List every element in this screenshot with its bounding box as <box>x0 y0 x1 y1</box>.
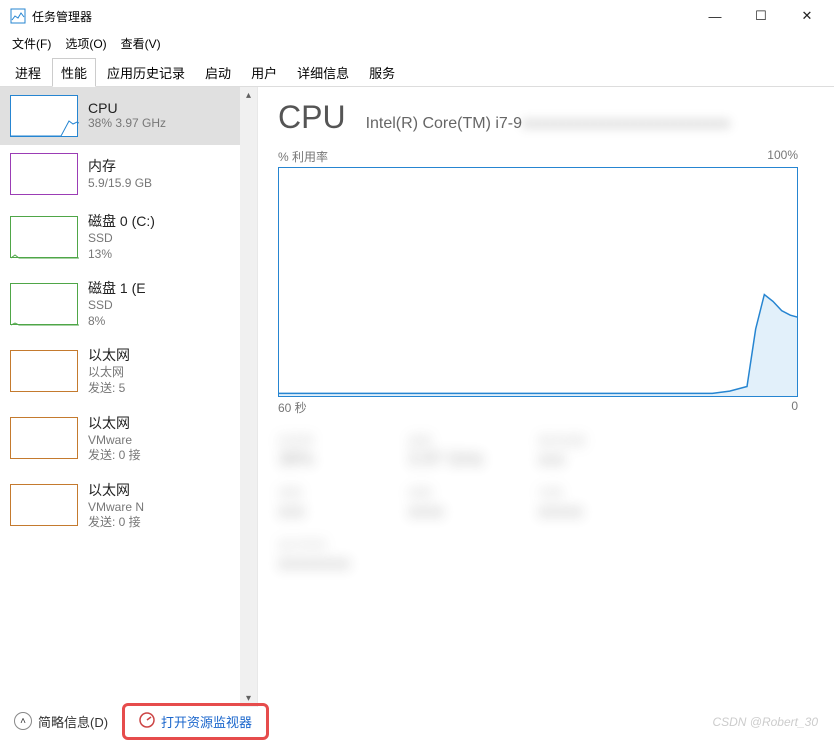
memory-thumb <box>10 153 78 195</box>
eth1-tx: 发送: 0 接 <box>88 448 247 464</box>
eth2-thumb <box>10 484 78 526</box>
sidebar-eth1[interactable]: 以太网 VMware 发送: 0 接 <box>0 405 257 472</box>
minimize-button[interactable]: — <box>692 0 738 32</box>
disk1-usage: 8% <box>88 314 247 330</box>
eth2-title: 以太网 <box>88 480 247 500</box>
chevron-up-icon: ˄ <box>14 712 32 730</box>
cpu-header: CPU Intel(R) Core(TM) i7-9xxxxxxxxxxxxxx… <box>278 99 814 136</box>
brief-info-label: 简略信息(D) <box>38 712 108 731</box>
cpu-thumb <box>10 95 78 137</box>
disk1-info: 磁盘 1 (E SSD 8% <box>88 278 247 329</box>
app-icon <box>10 8 26 24</box>
cpu-model-visible: Intel(R) Core(TM) i7-9 <box>366 115 522 132</box>
chart-footer: 60 秒 0 <box>278 399 798 416</box>
chart-xright: 0 <box>791 399 798 416</box>
menu-file[interactable]: 文件(F) <box>8 33 55 54</box>
disk1-thumb <box>10 283 78 325</box>
cpu-model-hidden: xxxxxxxxxxxxxxxxxxxxxxxxxx <box>522 115 730 132</box>
cpu-sub: 38% 3.97 GHz <box>88 116 247 132</box>
perfmon-icon <box>139 712 155 731</box>
cpu-chart[interactable] <box>278 167 798 397</box>
eth0-tx: 发送: 5 <box>88 381 247 397</box>
disk0-info: 磁盘 0 (C:) SSD 13% <box>88 211 247 262</box>
title-bar: 任务管理器 — ☐ ✕ <box>0 0 834 32</box>
scroll-up-icon[interactable]: ▴ <box>240 87 257 104</box>
cpu-page-title: CPU <box>278 99 346 136</box>
tab-services[interactable]: 服务 <box>360 58 404 86</box>
tab-bar: 进程 性能 应用历史记录 启动 用户 详细信息 服务 <box>0 54 834 87</box>
close-button[interactable]: ✕ <box>784 0 830 32</box>
menu-bar: 文件(F) 选项(O) 查看(V) <box>0 32 834 54</box>
eth2-tx: 发送: 0 接 <box>88 515 247 531</box>
memory-title: 内存 <box>88 156 247 176</box>
tab-performance[interactable]: 性能 <box>52 58 96 87</box>
menu-options[interactable]: 选项(O) <box>61 33 110 54</box>
disk0-usage: 13% <box>88 247 247 263</box>
eth2-name: VMware N <box>88 500 247 516</box>
brief-info-toggle[interactable]: ˄ 简略信息(D) <box>14 712 108 731</box>
window-title: 任务管理器 <box>32 8 692 25</box>
maximize-button[interactable]: ☐ <box>738 0 784 32</box>
sidebar-eth0[interactable]: 以太网 以太网 发送: 5 <box>0 337 257 404</box>
content-area: CPU 38% 3.97 GHz 内存 5.9/15.9 GB 磁盘 0 (C:… <box>0 87 834 707</box>
eth1-thumb <box>10 417 78 459</box>
eth0-thumb <box>10 350 78 392</box>
cpu-title: CPU <box>88 100 247 116</box>
tab-app-history[interactable]: 应用历史记录 <box>98 58 194 86</box>
eth2-info: 以太网 VMware N 发送: 0 接 <box>88 480 247 531</box>
disk0-thumb <box>10 216 78 258</box>
memory-sub: 5.9/15.9 GB <box>88 176 247 192</box>
disk1-title: 磁盘 1 (E <box>88 278 247 298</box>
sidebar-disk1[interactable]: 磁盘 1 (E SSD 8% <box>0 270 257 337</box>
chart-ymax: 100% <box>767 148 798 165</box>
menu-view[interactable]: 查看(V) <box>117 33 165 54</box>
cpu-stats: 利用率38% 速度3.97 GHz 基准速度xxx 进程xxx 线程xxxx 句… <box>278 432 814 574</box>
tab-processes[interactable]: 进程 <box>6 58 50 86</box>
chart-xleft: 60 秒 <box>278 399 307 416</box>
eth1-info: 以太网 VMware 发送: 0 接 <box>88 413 247 464</box>
watermark: CSDN @Robert_30 <box>712 715 818 729</box>
sidebar-scrollbar[interactable]: ▴ ▾ <box>240 87 257 707</box>
bottom-bar: ˄ 简略信息(D) 打开资源监视器 <box>0 701 834 741</box>
sidebar-memory[interactable]: 内存 5.9/15.9 GB <box>0 145 257 203</box>
main-panel: CPU Intel(R) Core(TM) i7-9xxxxxxxxxxxxxx… <box>258 87 834 707</box>
cpu-info: CPU 38% 3.97 GHz <box>88 100 247 132</box>
chart-header: % 利用率 100% <box>278 148 798 165</box>
eth1-title: 以太网 <box>88 413 247 433</box>
tab-users[interactable]: 用户 <box>242 58 286 86</box>
eth1-name: VMware <box>88 433 247 449</box>
sidebar-eth2[interactable]: 以太网 VMware N 发送: 0 接 <box>0 472 257 539</box>
eth0-title: 以太网 <box>88 345 247 365</box>
cpu-chart-svg <box>279 168 798 397</box>
tab-details[interactable]: 详细信息 <box>288 58 358 86</box>
sidebar: CPU 38% 3.97 GHz 内存 5.9/15.9 GB 磁盘 0 (C:… <box>0 87 258 707</box>
disk1-type: SSD <box>88 298 247 314</box>
resource-monitor-label: 打开资源监视器 <box>161 712 252 731</box>
disk0-type: SSD <box>88 231 247 247</box>
cpu-model: Intel(R) Core(TM) i7-9xxxxxxxxxxxxxxxxxx… <box>366 115 730 133</box>
sidebar-cpu[interactable]: CPU 38% 3.97 GHz <box>0 87 257 145</box>
window-controls: — ☐ ✕ <box>692 0 830 32</box>
disk0-title: 磁盘 0 (C:) <box>88 211 247 231</box>
open-resource-monitor[interactable]: 打开资源监视器 <box>122 703 269 740</box>
tab-startup[interactable]: 启动 <box>196 58 240 86</box>
eth0-name: 以太网 <box>88 365 247 381</box>
sidebar-disk0[interactable]: 磁盘 0 (C:) SSD 13% <box>0 203 257 270</box>
memory-info: 内存 5.9/15.9 GB <box>88 156 247 192</box>
eth0-info: 以太网 以太网 发送: 5 <box>88 345 247 396</box>
chart-ylabel: % 利用率 <box>278 148 328 165</box>
